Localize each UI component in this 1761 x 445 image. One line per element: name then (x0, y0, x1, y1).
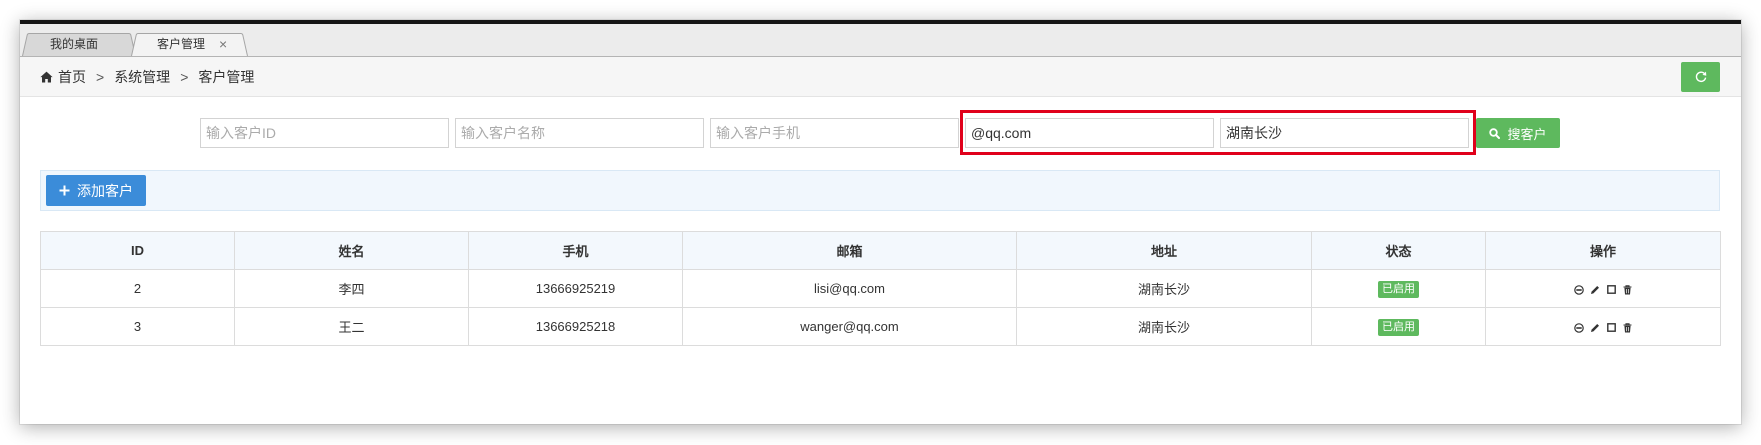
tab-label: 客户管理 (157, 37, 206, 51)
tab-label: 我的桌面 (50, 37, 99, 51)
home-icon[interactable] (40, 71, 53, 83)
customer-phone-input[interactable] (710, 118, 959, 148)
breadcrumb-separator: > (180, 68, 189, 85)
cell-status: 已启用 (1311, 269, 1486, 308)
edit-icon[interactable] (1590, 284, 1601, 295)
tab-close-button[interactable]: × (219, 33, 227, 56)
breadcrumb: 首页 > 系统管理 > 客户管理 (40, 57, 254, 96)
content-area: 搜客户 添加客户 ID 姓名 手机 邮箱 地 (20, 97, 1741, 424)
app-window: 我的桌面 客户管理 × 首页 > 系统管理 > 客户管理 输入客户ID 输入客户… (20, 20, 1741, 424)
plus-icon (59, 185, 70, 196)
row-actions (1574, 322, 1633, 333)
square-icon[interactable] (1606, 284, 1617, 295)
toolbar: 添加客户 (40, 170, 1720, 211)
search-icon (1489, 127, 1501, 139)
search-button[interactable]: 搜客户 (1476, 118, 1560, 148)
square-icon[interactable] (1606, 322, 1617, 333)
column-header-id: ID (40, 231, 235, 270)
add-customer-button[interactable]: 添加客户 (46, 175, 146, 206)
table-header-row: ID 姓名 手机 邮箱 地址 状态 操作 (40, 231, 1721, 270)
column-header-phone: 手机 (468, 231, 683, 270)
cell-email: lisi@qq.com (682, 269, 1017, 308)
row-actions (1574, 284, 1633, 295)
customer-name-input[interactable] (455, 118, 704, 148)
column-header-email: 邮箱 (682, 231, 1017, 270)
cell-name: 李四 (234, 269, 469, 308)
column-header-actions: 操作 (1485, 231, 1721, 270)
search-button-label: 搜客户 (1507, 126, 1547, 142)
customer-address-input[interactable] (1220, 118, 1469, 148)
delete-icon[interactable] (1622, 322, 1633, 333)
refresh-button[interactable] (1681, 62, 1720, 92)
status-badge: 已启用 (1378, 318, 1419, 336)
tab-customer-management[interactable]: 客户管理 × (131, 33, 248, 56)
disable-icon[interactable] (1574, 322, 1585, 333)
table-row: 2 李四 13666925219 lisi@qq.com 湖南长沙 已启用 (40, 269, 1721, 308)
cell-actions (1485, 269, 1721, 308)
breadcrumb-separator: > (96, 68, 105, 85)
add-customer-label: 添加客户 (77, 182, 133, 199)
cell-email: wanger@qq.com (682, 307, 1017, 346)
column-header-name: 姓名 (234, 231, 469, 270)
cell-phone: 13666925218 (468, 307, 683, 346)
cell-id: 3 (40, 307, 235, 346)
refresh-icon (1694, 70, 1708, 84)
cell-status: 已启用 (1311, 307, 1486, 346)
cell-address: 湖南长沙 (1016, 307, 1312, 346)
customer-table: ID 姓名 手机 邮箱 地址 状态 操作 2 李四 13666925219 li… (40, 231, 1721, 346)
customer-email-input[interactable] (965, 118, 1214, 148)
cell-actions (1485, 307, 1721, 346)
tab-bar: 我的桌面 客户管理 × (20, 24, 1741, 57)
breadcrumb-system-management[interactable]: 系统管理 (114, 67, 170, 87)
disable-icon[interactable] (1574, 284, 1585, 295)
breadcrumb-bar: 首页 > 系统管理 > 客户管理 (20, 57, 1741, 97)
table-row: 3 王二 13666925218 wanger@qq.com 湖南长沙 已启用 (40, 307, 1721, 346)
cell-address: 湖南长沙 (1016, 269, 1312, 308)
customer-id-input[interactable] (200, 118, 449, 148)
breadcrumb-home[interactable]: 首页 (58, 67, 86, 87)
breadcrumb-customer-management: 客户管理 (198, 68, 255, 85)
edit-icon[interactable] (1590, 322, 1601, 333)
column-header-address: 地址 (1016, 231, 1312, 270)
status-badge: 已启用 (1378, 280, 1419, 298)
cell-phone: 13666925219 (468, 269, 683, 308)
delete-icon[interactable] (1622, 284, 1633, 295)
tab-my-desktop[interactable]: 我的桌面 (22, 33, 136, 56)
cell-name: 王二 (234, 307, 469, 346)
cell-id: 2 (40, 269, 235, 308)
column-header-status: 状态 (1311, 231, 1486, 270)
